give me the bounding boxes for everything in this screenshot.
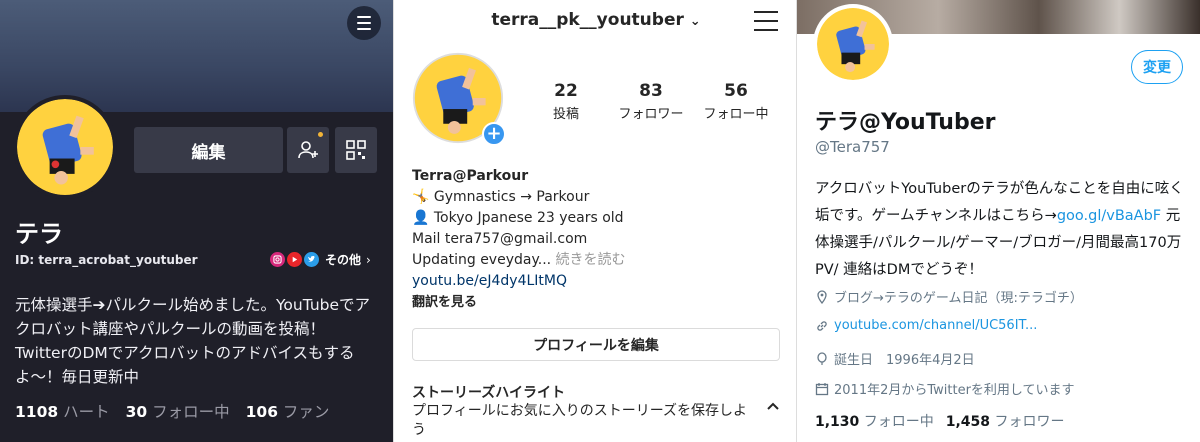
add-friend-icon [298,141,318,159]
profile-stats: 1108 ハート 30 フォロー中 106 ファン [15,400,329,422]
menu-icon[interactable] [347,6,381,40]
following-stat[interactable]: 1,130 フォロー中 [815,411,934,431]
avatar[interactable] [13,95,117,199]
bio-line: 🤸 Gymnastics → Parkour [412,189,590,205]
edit-profile-button[interactable]: 編集 [134,127,283,173]
username-header[interactable]: terra__pk__youtuber ⌄ [394,10,796,30]
website[interactable]: youtube.com/channel/UC56IT... [815,318,1037,333]
instagram-icon[interactable] [270,252,285,267]
birthday: 誕生日 1996年4月2日 [815,349,975,368]
following-stat[interactable]: 30 フォロー中 [126,400,230,422]
bio-line: クロバット講座やパルクールの動画を投稿！ [15,320,326,338]
highlights-title: ストーリーズハイライト [412,385,566,401]
qr-code-button[interactable] [335,127,377,173]
follow-stats: 1,130 フォロー中 1,458 フォロワー [815,411,1065,431]
read-more-link[interactable]: 続きを読む [556,252,626,268]
display-name: テラ [15,220,63,248]
fans-stat[interactable]: 106 ファン [246,400,330,422]
twitter-icon[interactable] [304,252,319,267]
followers-stat[interactable]: 1,458 フォロワー [946,411,1065,431]
youtube-icon[interactable] [287,252,302,267]
translate-link[interactable]: 翻訳を見る [412,292,787,313]
user-id: ID: terra_acrobat_youtuber [15,253,198,267]
edit-profile-button[interactable]: プロフィールを編集 [412,328,780,361]
bio-line: 👤 Tokyo Jpanese 23 years old [412,210,624,226]
bio: アクロバットYouTuberのテラが色んなことを自由に呟く垢です。ゲームチャンネ… [815,176,1185,284]
highlights-description: プロフィールにお気に入りのストーリーズを保存しよう [412,403,748,438]
bio-line: よ〜！毎日更新中 [15,368,140,386]
following-stat[interactable]: 56 フォロー中 [691,81,781,122]
display-name: テラ@YouTuber [815,110,996,135]
tiktok-profile-panel: 編集 テラ ID: terra_acrobat_youtuber その他 › 元… [0,0,393,442]
bio-line: Mail tera757@gmail.com [412,231,588,247]
chevron-up-icon[interactable] [766,401,780,411]
bio-line: TwitterのDMでアクロバットのアドバイスもする [15,344,355,362]
change-profile-button[interactable]: 変更 [1131,50,1183,84]
profile-link[interactable]: youtu.be/eJ4dy4LItMQ [412,271,787,292]
qr-code-icon [346,140,366,160]
chevron-down-icon: ⌄ [689,14,701,29]
calendar-icon [815,382,829,395]
bio-link[interactable]: goo.gl/vBaAbF [1057,208,1161,224]
add-friend-button[interactable] [287,127,329,173]
followers-stat[interactable]: 83 フォロワー [606,81,696,122]
add-story-icon[interactable]: + [482,122,506,146]
joined-date: 2011年2月からTwitterを利用しています [815,379,1075,398]
social-links[interactable]: その他 › [270,251,371,268]
notification-dot [318,132,323,137]
twitter-profile-panel: 変更 テラ@YouTuber @Tera757 アクロバットYouTuberのテ… [797,0,1200,442]
link-icon [817,320,827,331]
bio-line: Updating eveyday... 続きを読む [412,250,787,271]
avatar[interactable] [813,4,893,84]
likes-stat[interactable]: 1108 ハート [15,400,110,422]
balloon-icon [817,351,827,365]
bio-truncated: Updating eveyday... [412,252,552,268]
location-pin-icon [817,289,827,304]
bio-line: 元体操選手➔パルクール始めました。YouTubeでア [15,296,371,314]
instagram-profile-panel: terra__pk__youtuber ⌄ + 22 投稿 83 フォロワー 5… [393,0,797,442]
username[interactable]: terra__pk__youtuber [491,10,684,30]
more-link[interactable]: その他 [325,251,361,268]
handle: @Tera757 [815,138,890,156]
bio: 元体操選手➔パルクール始めました。YouTubeでア クロバット講座やパルクール… [15,293,385,389]
chevron-right-icon: › [366,252,371,267]
posts-stat[interactable]: 22 投稿 [521,81,611,122]
menu-icon[interactable] [754,11,778,31]
location: ブログ→テラのゲーム日記（現:テラゴチ） [815,287,1083,306]
bio: Terra@Parkour 🤸 Gymnastics → Parkour 👤 T… [412,166,787,313]
display-name: Terra@Parkour [412,168,529,184]
